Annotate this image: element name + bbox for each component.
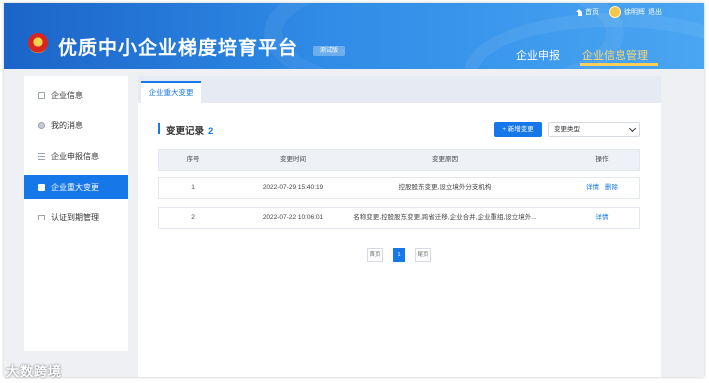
nav-enterprise-declare[interactable]: 企业申报 [516,47,560,63]
column-header-index: 序号 [186,156,200,163]
national-emblem-icon [28,33,48,53]
home-link[interactable]: 首页 [576,7,599,17]
pager-last-button[interactable]: 尾页 [415,248,431,262]
sidebar-item-enterprise-info[interactable]: 企业信息 [24,84,128,106]
sidebar-item-declare-info[interactable]: 企业申报信息 [24,145,128,167]
user-menu[interactable]: 徐明辉 退出 [609,6,662,18]
header: 首页 徐明辉 退出 优质中小企业梯度培育平台 测试版 企业申报 企业信息管理 [4,3,704,69]
pager-page-1[interactable]: 1 [393,248,405,262]
platform-title: 优质中小企业梯度培育平台 [58,38,299,59]
row-reason: 名称变更,控股股东变更,跨省迁移,企业合并,企业重组,设立境外... [353,214,537,221]
document-icon [38,91,45,99]
test-badge: 测试版 [313,46,345,56]
sidebar-item-label: 企业申报信息 [51,151,99,161]
nav-enterprise-info-management[interactable]: 企业信息管理 [582,47,648,63]
logout-link[interactable]: 退出 [648,7,662,17]
detail-link[interactable]: 详情 [586,184,599,191]
avatar [609,6,621,18]
table-row: 1 2022-07-29 15:40:19 控股股东变更,设立境外分支机构 详情… [158,177,640,199]
table-row: 2 2022-07-22 10:06:01 名称变更,控股股东变更,跨省迁移,企… [158,207,640,229]
select-value: 变更类型 [554,126,580,133]
message-icon [38,121,45,129]
row-actions: 详情 [563,208,641,228]
sidebar-item-label: 我的消息 [51,120,83,130]
home-icon [576,8,583,16]
main-panel: 企业重大变更 变更记录 2 + 新增变更 变更类型 序号 变更时间 变更原因 操作… [138,76,661,377]
row-index: 2 [191,214,195,221]
flag-icon [38,214,45,220]
record-count: 2 [208,126,214,137]
row-reason: 控股股东变更,设立境外分支机构 [398,184,492,191]
user-name: 徐明辉 [624,9,645,16]
pager-first-button[interactable]: 首页 [367,248,383,262]
sidebar-item-label: 企业信息 [51,90,83,100]
nav-active-indicator [580,63,658,66]
tab-major-change[interactable]: 企业重大变更 [141,81,201,103]
watermark: 大数跨境 [6,364,63,379]
app-window: 首页 徐明辉 退出 优质中小企业梯度培育平台 测试版 企业申报 企业信息管理 企… [4,3,704,377]
column-header-reason: 变更原因 [432,156,458,163]
sidebar-item-label: 企业重大变更 [51,182,99,192]
sidebar: 企业信息 我的消息 企业申报信息 企业重大变更 认证到期管理 [24,76,128,351]
chevron-down-icon [628,124,637,133]
change-icon [38,183,45,191]
sidebar-item-label: 认证到期管理 [51,212,99,222]
column-header-actions: 操作 [595,156,609,163]
record-label: 变更记录 [166,126,205,137]
sidebar-item-cert-expiry[interactable]: 认证到期管理 [24,206,128,228]
top-bar: 首页 徐明辉 退出 [576,6,662,18]
delete-link[interactable]: 删除 [605,184,618,191]
sidebar-item-major-change[interactable]: 企业重大变更 [24,175,128,199]
sidebar-item-my-messages[interactable]: 我的消息 [24,114,128,136]
section-marker [158,123,160,134]
row-index: 1 [191,184,195,191]
table-header: 序号 变更时间 变更原因 操作 [158,149,640,171]
change-type-select[interactable]: 变更类型 [548,122,640,137]
detail-link[interactable]: 详情 [596,214,609,221]
home-label: 首页 [585,9,599,16]
add-change-button[interactable]: + 新增变更 [494,122,542,137]
row-actions: 详情 删除 [563,178,641,198]
list-icon [38,152,45,160]
section-title: 变更记录 2 [166,123,213,137]
tab-bar: 企业重大变更 [138,76,661,103]
